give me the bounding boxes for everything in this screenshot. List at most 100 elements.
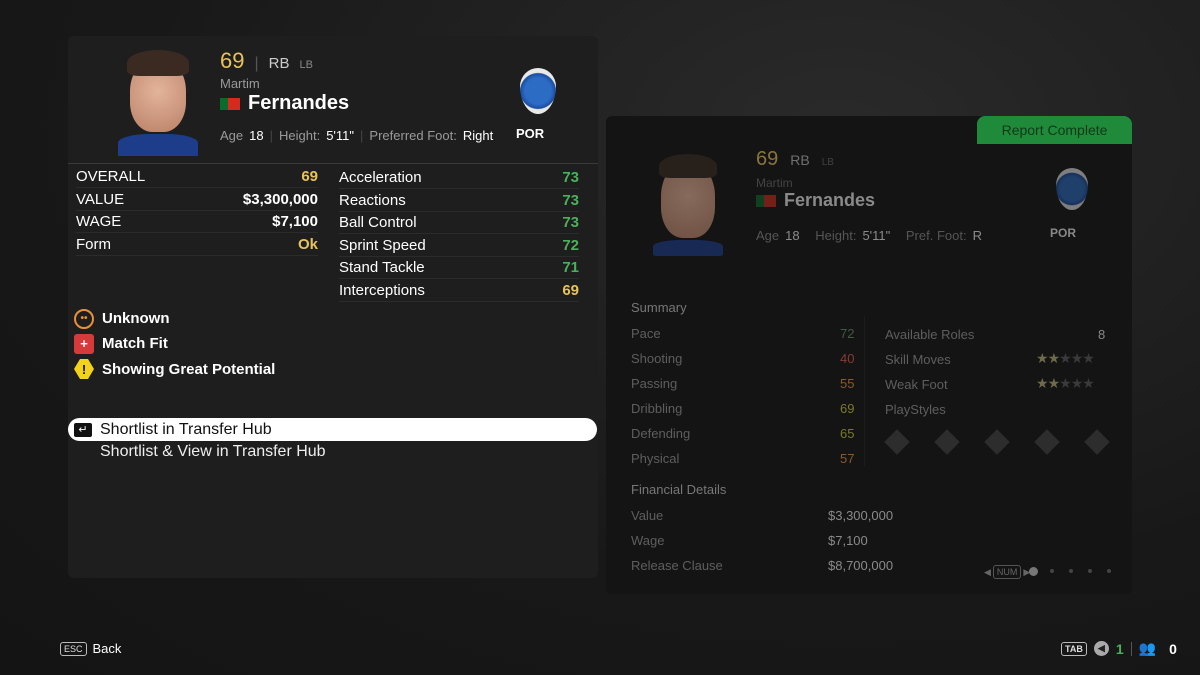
height-value: 5'11": [326, 128, 355, 143]
ambulance-icon: +: [74, 333, 94, 354]
report-summary-value: 72: [840, 326, 855, 341]
enter-key-icon: ↵: [74, 422, 92, 437]
height-label: Height:: [279, 128, 321, 143]
financial-value: $7,100: [828, 533, 868, 548]
financial-label: Release Clause: [631, 558, 723, 573]
star-icon: ★: [1036, 350, 1049, 366]
page-dot[interactable]: [1088, 569, 1092, 573]
summary-row: VALUE $3,300,000: [76, 189, 318, 211]
report-complete-badge: Report Complete: [977, 116, 1132, 144]
attribute-value: 69: [562, 281, 579, 299]
age-label: Age: [220, 128, 244, 143]
attribute-row: Acceleration 73: [339, 167, 579, 189]
financial-title: Financial Details: [631, 482, 727, 497]
overall-rating: 69: [220, 48, 245, 73]
first-name: Martim: [220, 76, 260, 91]
report-summary-label: Dribbling: [631, 401, 683, 416]
report-summary-value: 40: [840, 351, 855, 366]
attribute-row: Sprint Speed 72: [339, 235, 579, 257]
attribute-value: 71: [562, 259, 579, 276]
status-label: Match Fit: [102, 335, 168, 352]
status-item: + Match Fit: [74, 333, 168, 354]
report-club-crest-icon: [1056, 168, 1088, 210]
neutral-face-icon: ••: [74, 308, 94, 329]
skill-moves-label: Skill Moves: [885, 352, 951, 367]
foot-value: Right: [462, 128, 494, 143]
weak-foot-stars: ★★★★★: [1036, 375, 1095, 393]
star-icon: ★: [1036, 375, 1049, 391]
menu-shortlist-transfer-hub[interactable]: ↵ Shortlist in Transfer Hub: [68, 418, 597, 441]
status-item: •• Unknown: [74, 308, 170, 329]
report-summary-value: 69: [840, 401, 855, 416]
roles-label: Available Roles: [885, 327, 975, 342]
playstyle-slot-icon: [934, 429, 960, 455]
last-name: Fernandes: [248, 92, 350, 114]
tab-key-icon[interactable]: TAB: [1061, 641, 1087, 656]
star-icon: ★: [1059, 350, 1072, 366]
playstyles-label: PlayStyles: [885, 402, 946, 417]
users-icon: 👥: [1138, 640, 1157, 656]
report-foot: R: [972, 228, 982, 243]
page-dot[interactable]: [1028, 566, 1038, 576]
age-value: 18: [249, 128, 264, 143]
star-icon: ★: [1082, 350, 1095, 366]
player-panel: 69 | RB LB Martim Fernandes Age 18 | Heigh…: [68, 36, 598, 578]
attribute-row: Stand Tackle 71: [339, 257, 579, 279]
attribute-value: 73: [562, 191, 579, 209]
attribute-row: Ball Control 73: [339, 212, 579, 234]
num-key: NUM: [992, 565, 1022, 579]
report-alt-position: LB: [821, 157, 834, 168]
summary-value: $3,300,000: [242, 190, 318, 208]
financial-value: $8,700,000: [828, 558, 894, 573]
report-position: RB: [790, 152, 810, 168]
star-icon: ★: [1070, 375, 1084, 391]
playstyle-slot-icon: [884, 429, 910, 455]
menu-shortlist-view-transfer-hub[interactable]: Shortlist & View in Transfer Hub: [100, 443, 326, 461]
summary-label: VALUE: [76, 190, 125, 208]
summary-row: OVERALL 69: [76, 166, 318, 188]
page-dot[interactable]: [1107, 569, 1111, 573]
playstyle-slot-icon: [984, 429, 1010, 455]
status-item: ! Showing Great Potential: [74, 359, 275, 379]
page-dot[interactable]: [1050, 569, 1054, 573]
divider: [68, 163, 598, 164]
summary-title: Summary: [631, 300, 687, 315]
prev-page-icon[interactable]: ◀: [984, 567, 991, 578]
financial-label: Wage: [631, 533, 665, 548]
summary-label: Form: [76, 235, 111, 253]
status-label: Showing Great Potential: [102, 360, 276, 378]
report-summary-value: 55: [840, 376, 855, 391]
club-code: POR: [516, 126, 545, 141]
summary-value: 69: [301, 168, 318, 185]
report-summary-label: Passing: [631, 376, 678, 391]
count-1: 1: [1115, 640, 1124, 657]
warning-icon: !: [74, 359, 94, 379]
report-summary-value: 57: [840, 451, 855, 466]
playstyle-slot-icon: [1034, 429, 1060, 455]
summary-value: Ok: [297, 235, 318, 253]
back-button[interactable]: ESC Back: [60, 641, 121, 656]
financial-label: Value: [631, 508, 664, 523]
summary-row: Form Ok: [76, 234, 318, 256]
report-summary-label: Physical: [631, 451, 680, 466]
skill-moves-stars: ★★★★★: [1036, 350, 1095, 368]
attribute-label: Ball Control: [339, 214, 417, 231]
report-club: POR: [1050, 226, 1077, 240]
star-icon: ★: [1070, 350, 1084, 366]
report-summary-label: Shooting: [631, 351, 683, 366]
club-crest-icon: [520, 68, 556, 114]
playstyle-slot-icon: [1084, 429, 1110, 455]
scout-report-panel: 69 RB LB Martim Fernandes Age 18 Height: 5…: [606, 116, 1132, 594]
back-label: Back: [92, 641, 122, 656]
report-last-name: Fernandes: [784, 190, 876, 210]
page-dot[interactable]: [1069, 569, 1073, 573]
summary-label: OVERALL: [76, 168, 146, 185]
attribute-row: Interceptions 69: [339, 280, 579, 302]
report-age: 18: [785, 228, 800, 243]
status-label: Unknown: [102, 309, 170, 327]
report-foot-label: Pref. Foot:: [905, 228, 967, 243]
roles-value: 8: [1098, 327, 1106, 342]
attribute-value: 73: [562, 169, 579, 186]
count-2: 0: [1169, 640, 1177, 657]
report-first-name: Martim: [756, 176, 793, 190]
